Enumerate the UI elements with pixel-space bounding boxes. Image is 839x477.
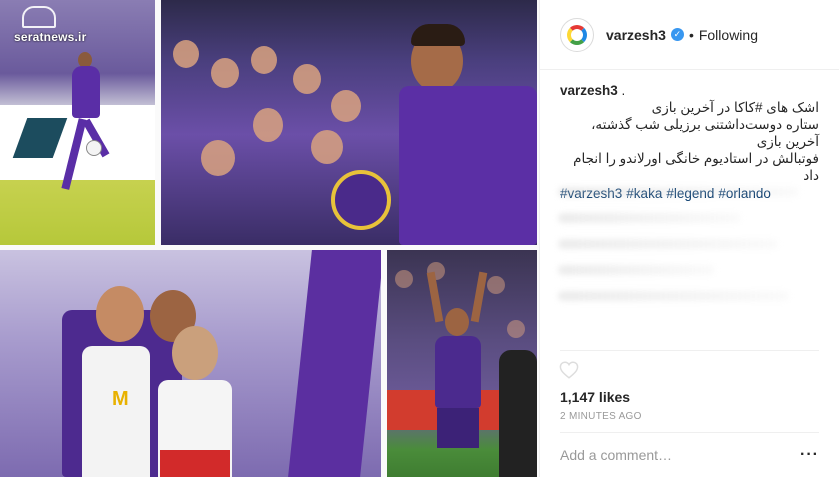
- comment-bar: ···: [560, 432, 819, 477]
- child-shirt: [82, 346, 150, 477]
- purple-flag: [288, 250, 381, 477]
- comment-input[interactable]: [560, 447, 780, 463]
- heart-icon[interactable]: [559, 361, 579, 379]
- caption-lead: .: [617, 83, 626, 98]
- post-sidebar: varzesh3 ✓ • Following varzesh3 . اشک ها…: [539, 0, 839, 477]
- post-timestamp[interactable]: 2 MINUTES AGO: [560, 411, 642, 422]
- caption-line: ستاره دوست‌داشتنی برزیلی شب گذشته، آخرین…: [591, 117, 819, 149]
- girl-head: [172, 326, 218, 380]
- m-logo: M: [112, 388, 129, 410]
- kaka-jersey: [399, 86, 537, 245]
- following-button[interactable]: Following: [699, 27, 758, 43]
- kaka-shorts: [437, 408, 479, 448]
- watermark-text: seratnews.ir: [14, 30, 87, 44]
- blurred-comments: [558, 175, 820, 345]
- photo-kaka-signing: [161, 0, 537, 245]
- photo-kaka-with-children: M: [0, 250, 381, 477]
- kaka-hair: [411, 24, 465, 46]
- caption-line: اشک های #کاکا در آخرین بازی: [651, 100, 819, 115]
- verified-badge-icon: ✓: [670, 28, 684, 41]
- kaka-arm: [426, 271, 444, 323]
- watermark-logo: [22, 6, 56, 28]
- more-options-icon[interactable]: ···: [800, 446, 819, 464]
- child-head: [96, 286, 144, 342]
- varzesh3-logo-icon[interactable]: [560, 17, 594, 52]
- photo-kaka-applauding: [387, 250, 537, 477]
- header-username[interactable]: varzesh3: [606, 27, 666, 43]
- kaka-arm: [470, 271, 488, 323]
- header-separator: •: [688, 26, 694, 43]
- caption-username[interactable]: varzesh3: [560, 83, 618, 98]
- player-jersey: [72, 66, 100, 118]
- orlando-banner: [331, 170, 391, 230]
- post-photo[interactable]: seratnews.ir M: [0, 0, 539, 477]
- photographer: [499, 350, 537, 477]
- kaka-head: [445, 308, 469, 336]
- photo-kaka-kicking: seratnews.ir: [0, 0, 155, 245]
- like-count[interactable]: 1,147 likes: [560, 389, 630, 405]
- post-header: varzesh3 ✓ • Following: [540, 0, 839, 70]
- ball: [86, 140, 102, 156]
- kaka-jersey: [435, 336, 481, 408]
- girl-shorts: [160, 450, 230, 477]
- actions-divider: [560, 350, 819, 351]
